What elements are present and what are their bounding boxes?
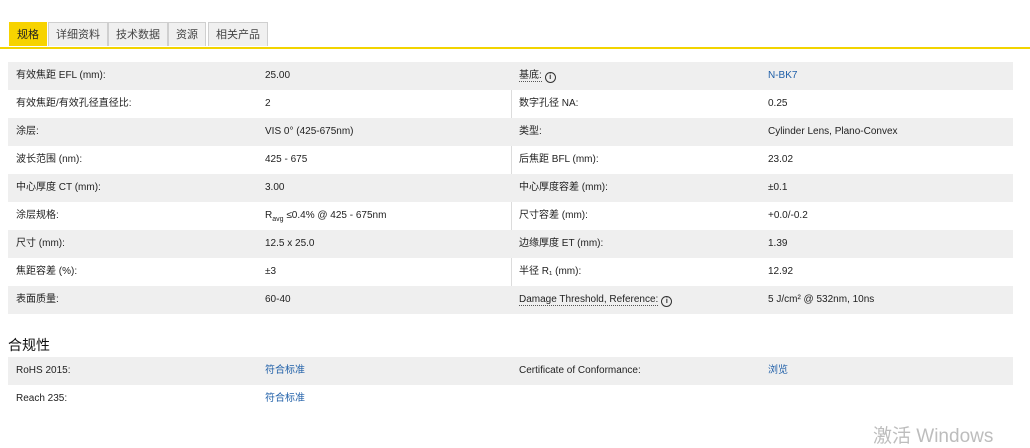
spec-label: 有效焦距/有效孔径直径比: (16, 98, 132, 109)
spec-label: 类型: (519, 126, 542, 137)
spec-label: 中心厚度 CT (mm): (16, 182, 101, 193)
spec-label: 表面质量: (16, 294, 59, 305)
compliance-label: RoHS 2015: (16, 365, 71, 376)
tab-resources[interactable]: 资源 (168, 22, 206, 46)
spec-value: 1.39 (768, 238, 788, 249)
spec-label: 后焦距 BFL (mm): (519, 154, 599, 165)
certificate-view-link[interactable]: 浏览 (768, 357, 788, 385)
spec-value: 12.5 x 25.0 (265, 238, 315, 249)
specs-table: 有效焦距 EFL (mm): 25.00 基底: i N-BK7 有效焦距/有效孔… (8, 62, 1013, 314)
tab-specs[interactable]: 规格 (9, 22, 47, 46)
table-row: 涂层规格: Ravg ≤0.4% @ 425 - 675nm 尺寸容差 (mm)… (8, 202, 1013, 230)
spec-value: ±0.1 (768, 182, 788, 193)
tab-tech-data[interactable]: 技术数据 (108, 22, 168, 46)
spec-label-damage-threshold: Damage Threshold, Reference: i (519, 286, 673, 314)
spec-label: 数字孔径 NA: (519, 98, 579, 109)
spec-value: 60-40 (265, 294, 291, 305)
table-row: 表面质量: 60-40 Damage Threshold, Reference:… (8, 286, 1013, 314)
spec-value: 2 (265, 98, 271, 109)
compliance-label: Reach 235: (16, 393, 68, 404)
compliance-table: RoHS 2015: 符合标准 Certificate of Conforman… (8, 357, 1013, 413)
table-row: 有效焦距 EFL (mm): 25.00 基底: i N-BK7 (8, 62, 1013, 90)
spec-value: VIS 0° (425-675nm) (265, 126, 354, 137)
damage-threshold-label-text: Damage Threshold, Reference: (519, 294, 659, 306)
spec-label: 波长范围 (nm): (16, 154, 83, 165)
spec-label: 中心厚度容差 (mm): (519, 182, 608, 193)
substrate-label-text: 基底: (519, 70, 542, 82)
spec-value: +0.0/-0.2 (768, 210, 808, 221)
spec-value: 25.00 (265, 70, 291, 81)
spec-value: ±3 (265, 266, 277, 277)
windows-activation-watermark: 激活 Windows (873, 426, 994, 447)
spec-value: 425 - 675 (265, 154, 308, 165)
coating-spec-text: ≤0.4% @ 425 - 675nm (286, 210, 387, 221)
spec-label: 焦距容差 (%): (16, 266, 78, 277)
spec-value-coating: Ravg ≤0.4% @ 425 - 675nm (265, 202, 386, 230)
spec-value: 5 J/cm² @ 532nm, 10ns (768, 294, 875, 305)
spec-label: 半径 R₁ (mm): (519, 266, 582, 277)
tab-details[interactable]: 详细资料 (48, 22, 108, 46)
spec-value: 23.02 (768, 154, 794, 165)
table-row: 尺寸 (mm): 12.5 x 25.0 边缘厚度 ET (mm): 1.39 (8, 230, 1013, 258)
spec-label: 涂层: (16, 126, 39, 137)
spec-value: 0.25 (768, 98, 788, 109)
table-row: 涂层: VIS 0° (425-675nm) 类型: Cylinder Lens… (8, 118, 1013, 146)
table-row: 波长范围 (nm): 425 - 675 后焦距 BFL (mm): 23.02 (8, 146, 1013, 174)
spec-value: 3.00 (265, 182, 285, 193)
r-subscript: avg (272, 216, 284, 223)
spec-label: 尺寸 (mm): (16, 238, 65, 249)
tab-bar: 规格 详细资料 技术数据 资源 相关产品 (0, 0, 1030, 49)
compliance-label: Certificate of Conformance: (519, 365, 641, 376)
table-row: 焦距容差 (%): ±3 半径 R₁ (mm): 12.92 (8, 258, 1013, 286)
table-row: RoHS 2015: 符合标准 Certificate of Conforman… (8, 357, 1013, 385)
spec-value: Cylinder Lens, Plano-Convex (768, 126, 898, 137)
table-row: Reach 235: 符合标准 (8, 385, 1013, 413)
spec-label: 边缘厚度 ET (mm): (519, 238, 604, 249)
substrate-link[interactable]: N-BK7 (768, 62, 797, 90)
rohs-compliant-link[interactable]: 符合标准 (265, 357, 305, 385)
compliance-title: 合规性 (8, 337, 50, 353)
spec-value: 12.92 (768, 266, 794, 277)
spec-label: 涂层规格: (16, 210, 59, 221)
spec-label-substrate: 基底: i (519, 62, 556, 90)
spec-label: 有效焦距 EFL (mm): (16, 70, 106, 81)
reach-compliant-link[interactable]: 符合标准 (265, 385, 305, 413)
info-icon[interactable]: i (544, 72, 556, 83)
table-row: 有效焦距/有效孔径直径比: 2 数字孔径 NA: 0.25 (8, 90, 1013, 118)
spec-label: 尺寸容差 (mm): (519, 210, 588, 221)
table-row: 中心厚度 CT (mm): 3.00 中心厚度容差 (mm): ±0.1 (8, 174, 1013, 202)
info-icon[interactable]: i (661, 296, 673, 307)
tab-related-products[interactable]: 相关产品 (208, 22, 268, 46)
